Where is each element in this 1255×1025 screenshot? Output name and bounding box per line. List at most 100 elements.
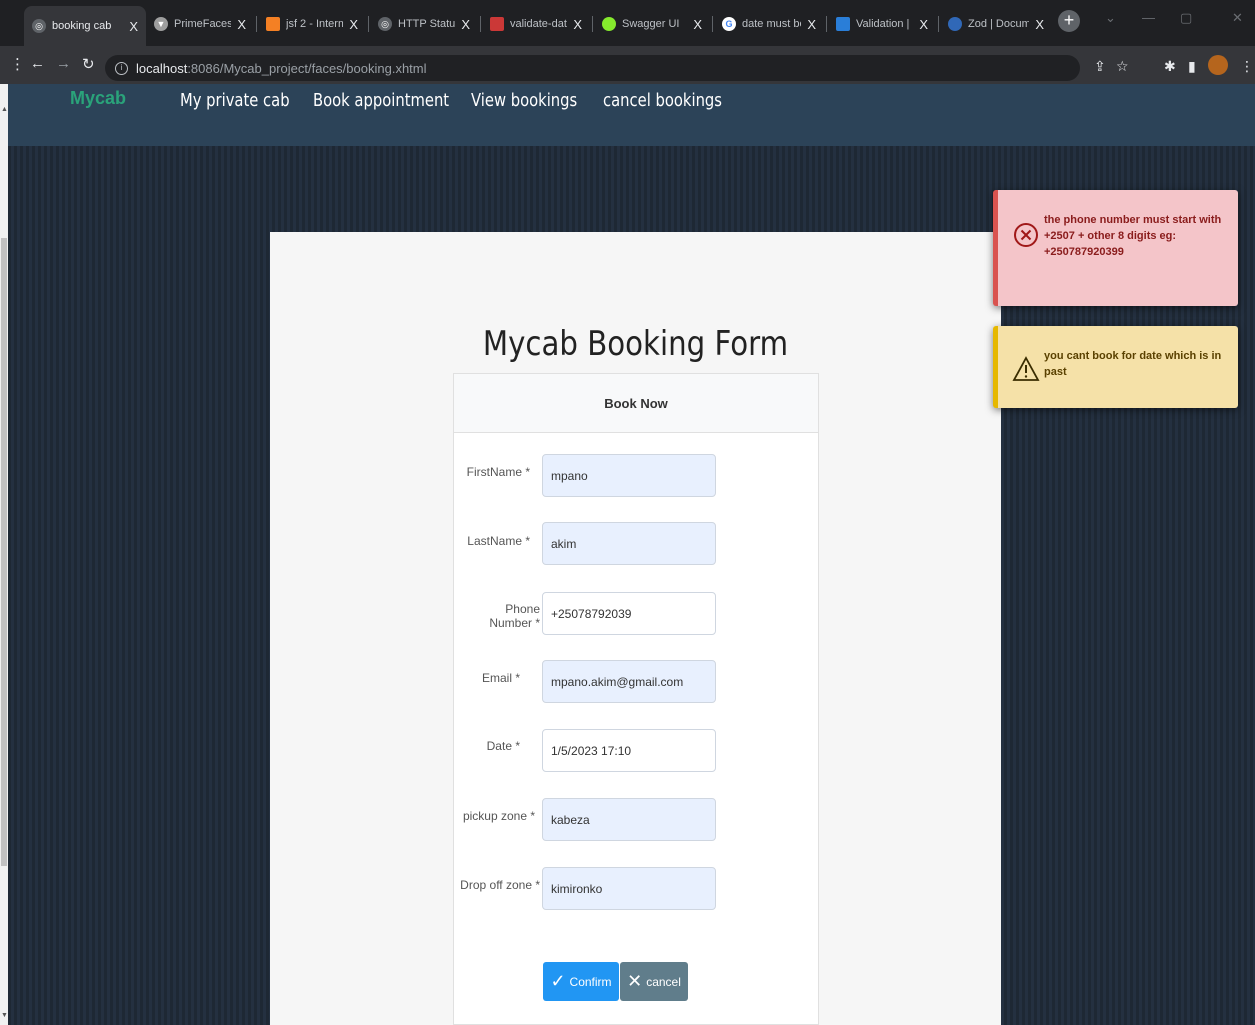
google-icon: G [722, 17, 736, 31]
tab-label: jsf 2 - Intermi [286, 18, 344, 30]
tab-booking-cab[interactable]: ◎ booking cab X [24, 6, 146, 46]
tab-label: Validation | N [856, 18, 913, 30]
zod-icon [948, 17, 962, 31]
close-icon[interactable]: X [919, 17, 928, 32]
tab-separator [368, 16, 369, 32]
date-label: Date * [486, 739, 520, 753]
reload-icon[interactable]: ↻ [82, 55, 95, 73]
firstname-input[interactable] [542, 454, 716, 497]
cancel-label: cancel [646, 974, 681, 989]
tab-label: PrimeFaces Sh [174, 18, 232, 30]
share-icon[interactable]: ⇪ [1094, 58, 1106, 75]
pickup-zone-label: pickup zone * [462, 809, 535, 823]
tab-primefaces[interactable]: ▼ PrimeFaces Sh X [146, 8, 254, 40]
tab-separator [712, 16, 713, 32]
tab-separator [592, 16, 593, 32]
close-icon[interactable]: X [129, 19, 138, 34]
tab-http-status[interactable]: ◎ HTTP Status 4 X [370, 8, 478, 40]
url-host: localhost [136, 60, 188, 76]
url-path: :8086/Mycab_project/faces/booking.xhtml [187, 60, 427, 76]
extensions-icon[interactable]: ✱ [1164, 58, 1176, 75]
cancel-button[interactable]: ✕ cancel [620, 962, 688, 1001]
scroll-up-icon[interactable]: ▲ [1, 106, 8, 113]
error-message[interactable]: the phone number must start with +2507 +… [993, 190, 1238, 306]
warning-message[interactable]: you cant book for date which is in past [993, 326, 1238, 408]
nav-my-private-cab[interactable]: My private cab [180, 90, 290, 111]
npm-icon [490, 17, 504, 31]
tab-jsf[interactable]: jsf 2 - Intermi X [258, 8, 366, 40]
dropoff-zone-input[interactable] [542, 867, 716, 910]
check-icon: ✓ [550, 971, 566, 991]
warning-text: you cant book for date which is in past [1044, 350, 1222, 378]
scrollbar[interactable]: ▲ ▼ [0, 84, 8, 1025]
tab-separator [826, 16, 827, 32]
close-icon[interactable]: X [1035, 17, 1044, 32]
tab-google-date[interactable]: G date must be X [714, 8, 824, 40]
panel-header: Book Now [453, 373, 819, 433]
close-icon[interactable]: X [807, 17, 816, 32]
new-tab-button[interactable]: + [1058, 10, 1080, 32]
firstname-label: FirstName * [466, 465, 530, 479]
window-close-icon[interactable]: ✕ [1232, 10, 1243, 26]
page-title: Mycab Booking Form [482, 324, 789, 364]
nav-cancel-bookings[interactable]: cancel bookings [603, 90, 722, 111]
tab-swagger[interactable]: Swagger UI X [594, 8, 710, 40]
close-icon[interactable]: X [693, 17, 702, 32]
swagger-icon [602, 17, 616, 31]
scroll-down-icon[interactable]: ▼ [1, 1012, 8, 1019]
close-icon[interactable]: X [349, 17, 358, 32]
menu-icon[interactable]: ⋮ [1240, 58, 1254, 75]
star-icon[interactable]: ☆ [1116, 58, 1129, 75]
avatar[interactable] [1208, 55, 1228, 75]
error-circle-icon [1014, 223, 1038, 247]
email-label: Email * [481, 671, 520, 685]
tab-separator [938, 16, 939, 32]
logo[interactable]: Mycab [70, 88, 126, 109]
tab-label: HTTP Status 4 [398, 18, 456, 30]
close-icon[interactable]: X [461, 17, 470, 32]
back-arrow-icon[interactable]: ← [30, 55, 45, 72]
tab-label: validate-date [510, 18, 568, 30]
error-text: the phone number must start with +2507 +… [1044, 214, 1222, 258]
phone-label: Phone Number * [489, 602, 540, 630]
scroll-thumb[interactable] [1, 238, 7, 866]
primefaces-icon: ▼ [154, 17, 168, 31]
email-input[interactable] [542, 660, 716, 703]
tab-zod-docs[interactable]: Zod | Docume X [940, 8, 1052, 40]
globe-icon: ◎ [378, 17, 392, 31]
tab-label: Swagger UI [622, 18, 680, 30]
info-icon[interactable]: i [115, 61, 128, 75]
tab-validate-date[interactable]: validate-date X [482, 8, 590, 40]
close-icon[interactable]: X [573, 17, 582, 32]
warning-triangle-icon [1012, 356, 1040, 381]
tab-separator [480, 16, 481, 32]
tab-label: date must be [742, 18, 802, 30]
date-input[interactable] [542, 729, 716, 772]
tab-label: booking cab [52, 20, 112, 32]
pickup-zone-input[interactable] [542, 798, 716, 841]
stackoverflow-icon [266, 17, 280, 31]
tab-nestjs-validation[interactable]: Validation | N X [828, 8, 936, 40]
confirm-button[interactable]: ✓ Confirm [543, 962, 619, 1001]
globe-icon: ◎ [32, 19, 46, 33]
minimize-icon[interactable]: — [1142, 10, 1155, 25]
confirm-label: Confirm [569, 974, 612, 989]
tab-label: Zod | Docume [968, 18, 1030, 30]
url-bar[interactable]: i localhost:8086/Mycab_project/faces/boo… [105, 55, 1080, 81]
x-icon: ✕ [627, 971, 643, 991]
nestjs-icon [836, 17, 850, 31]
dropoff-zone-label: Drop off zone * [460, 878, 540, 892]
lastname-label: LastName * [467, 534, 530, 548]
chevron-down-icon[interactable]: ⌄ [1105, 10, 1116, 26]
close-icon[interactable]: X [237, 17, 246, 32]
nav-view-bookings[interactable]: View bookings [471, 90, 577, 111]
lastname-input[interactable] [542, 522, 716, 565]
phone-input[interactable] [542, 592, 716, 635]
nav-book-appointment[interactable]: Book appointment [313, 90, 449, 111]
maximize-icon[interactable]: ▢ [1180, 10, 1192, 26]
more-icon[interactable]: ⋮ [10, 55, 25, 73]
browser-tab-bar: ◎ booking cab X ▼ PrimeFaces Sh X jsf 2 … [0, 0, 1255, 46]
forward-arrow-icon[interactable]: → [56, 55, 71, 72]
sidepanel-icon[interactable]: ▮ [1188, 58, 1196, 75]
tab-separator [256, 16, 257, 32]
